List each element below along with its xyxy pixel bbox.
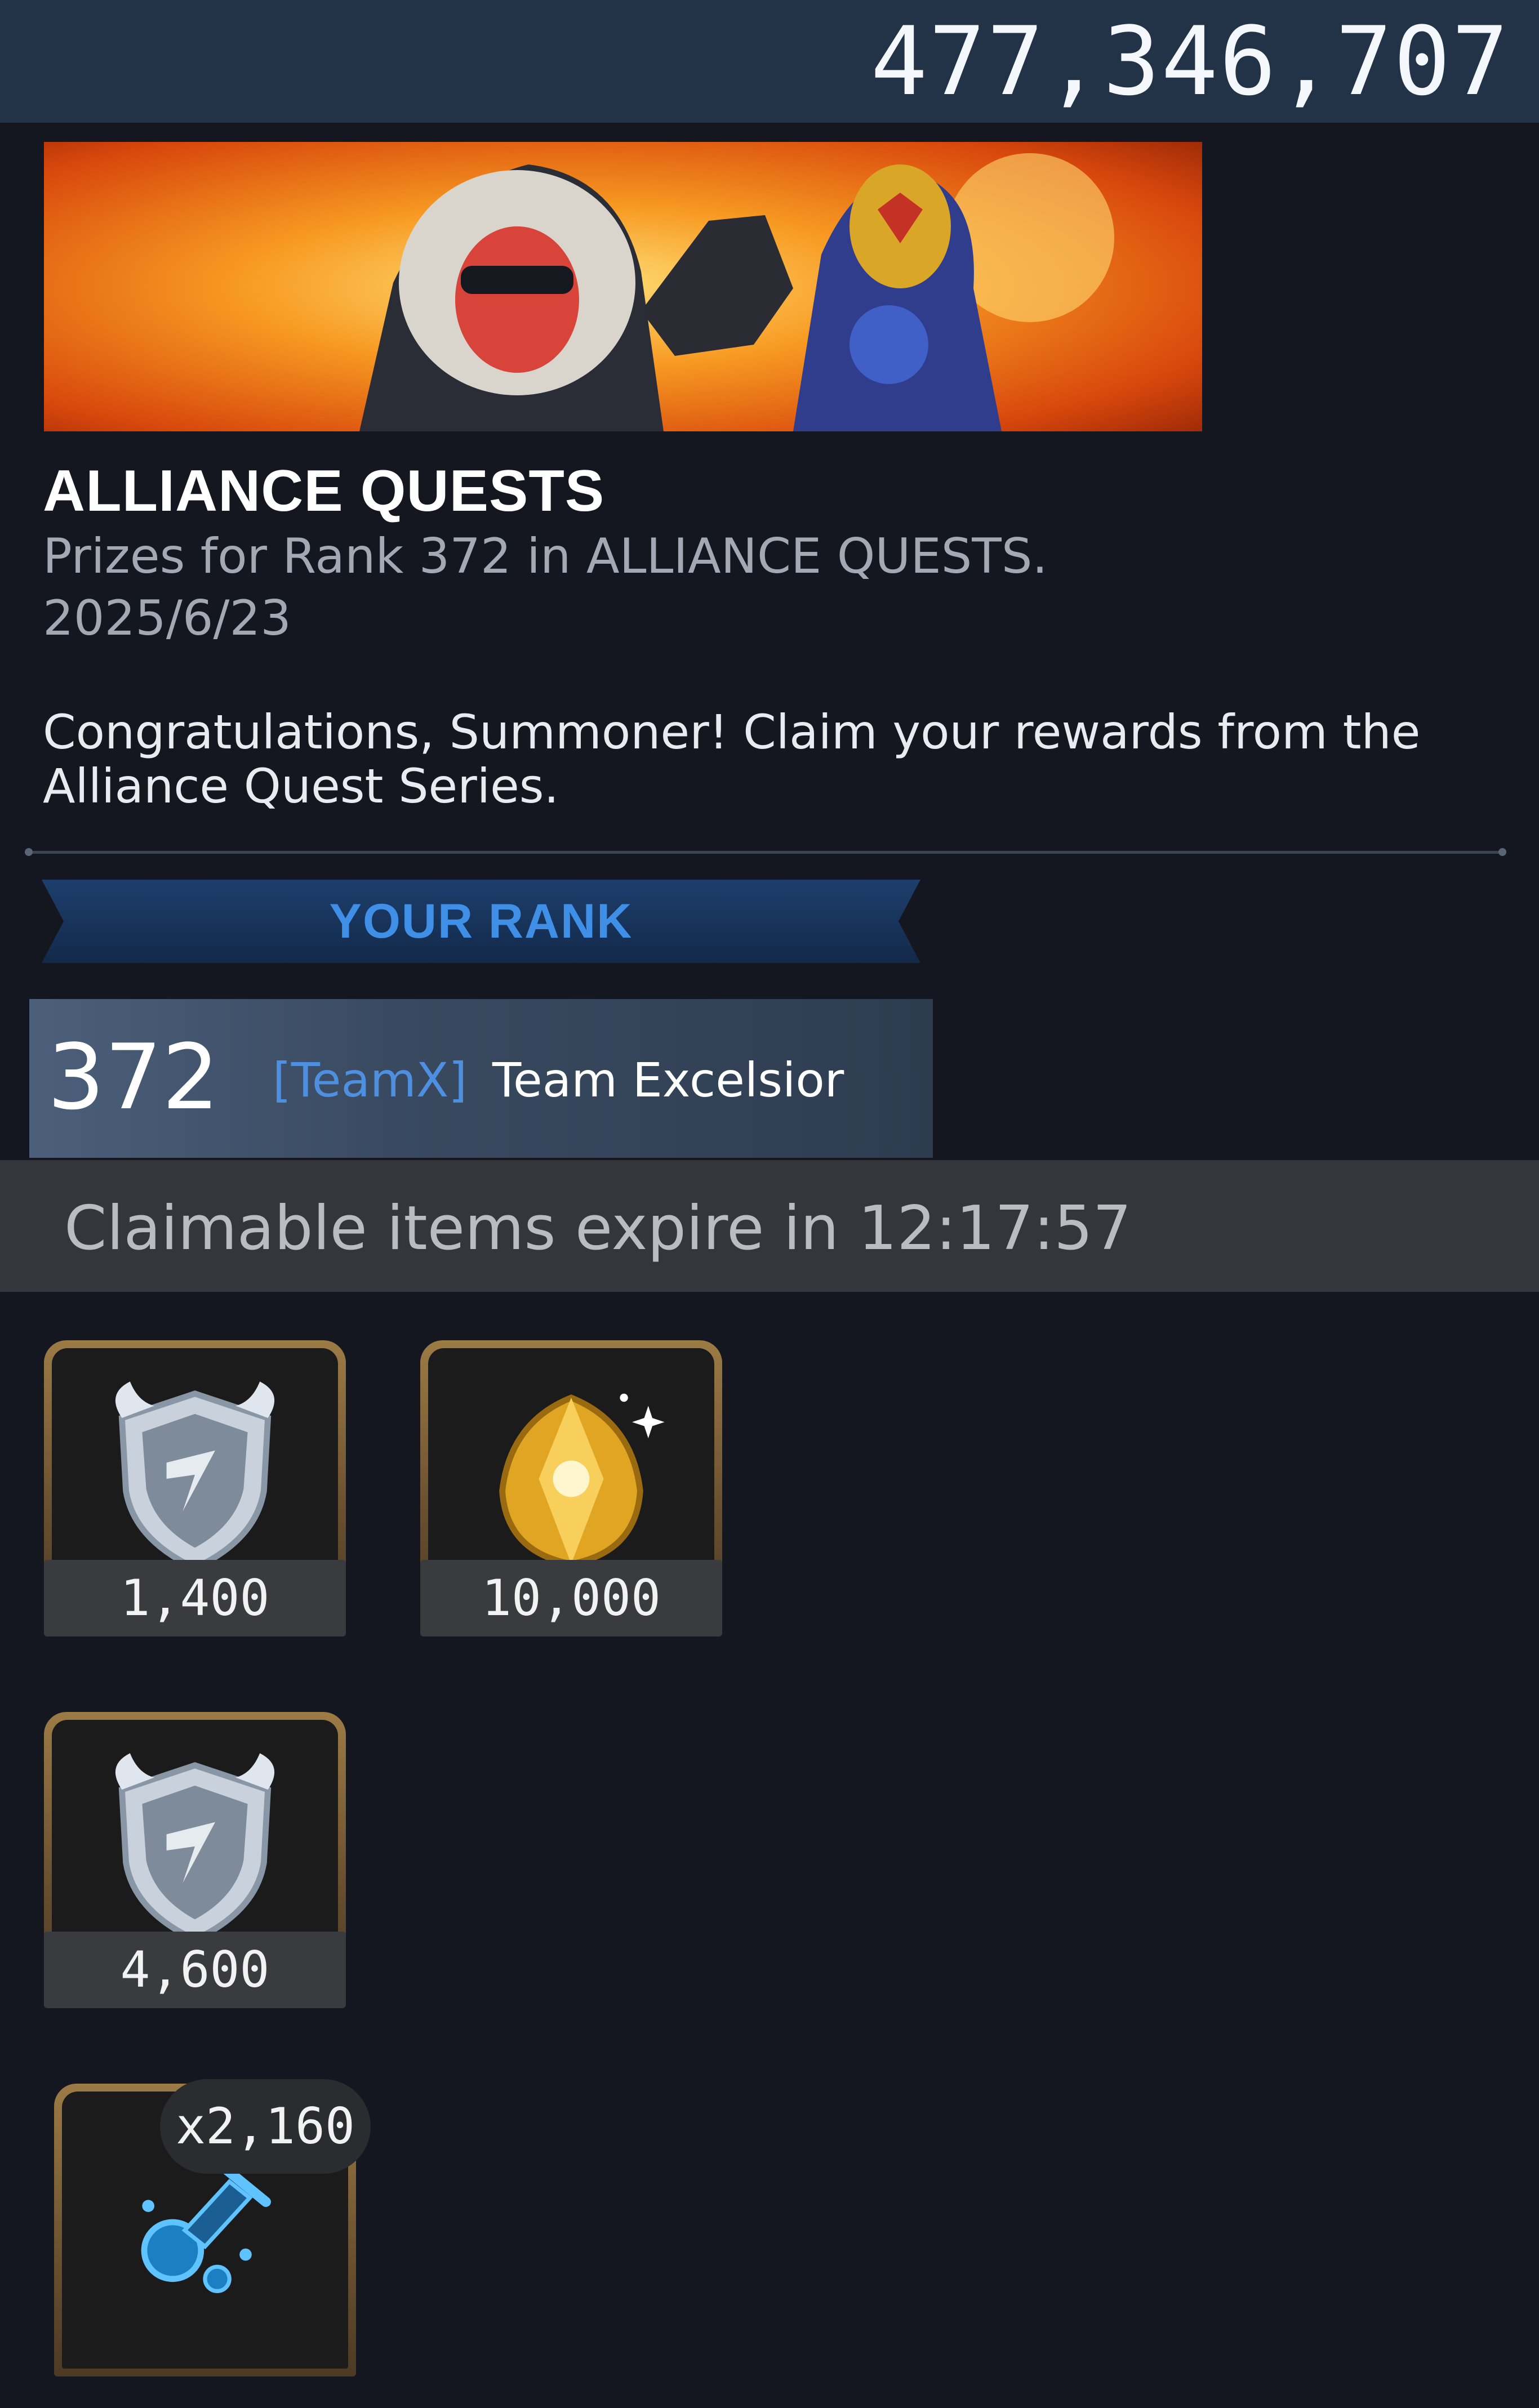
- section-divider: [25, 848, 1506, 856]
- team-tag: [TeamX]: [273, 1053, 468, 1108]
- reward-item-gold-crystal[interactable]: 10,000: [420, 1340, 722, 1636]
- reward-quantity-badge: x2,160: [160, 2079, 371, 2174]
- gold-crystal-icon: [499, 1393, 665, 1567]
- reward-item-alliance-shield[interactable]: 4,600: [44, 1712, 346, 2008]
- team-name: Team Excelsior: [492, 1053, 844, 1108]
- reward-quantity: 4,600: [44, 1932, 346, 2008]
- currency-amount: 477,346,707: [870, 6, 1510, 117]
- expire-bar: Claimable items expire in 12:17:57: [0, 1160, 1539, 1292]
- top-bar: 477,346,707: [0, 0, 1539, 123]
- alliance-shield-icon: [115, 1381, 275, 1572]
- quest-subtitle: Prizes for Rank 372 in ALLIANCE QUESTS.: [43, 528, 1048, 585]
- your-rank-ribbon: YOUR RANK: [42, 880, 920, 963]
- expire-countdown: Claimable items expire in 12:17:57: [64, 1193, 1132, 1264]
- rank-number: 372: [47, 1024, 220, 1130]
- reward-quantity: 10,000: [420, 1560, 722, 1636]
- congratulations-message: Congratulations, Summoner! Claim your re…: [43, 704, 1421, 814]
- quest-date: 2025/6/23: [43, 590, 291, 646]
- alliance-shield-icon: [115, 1753, 275, 1943]
- quest-banner-image: [44, 142, 1202, 431]
- reward-item-alliance-shield[interactable]: 1,400: [44, 1340, 346, 1636]
- rank-card: 372 [TeamX] Team Excelsior: [29, 999, 933, 1158]
- quest-title: ALLIANCE QUESTS: [43, 458, 605, 524]
- your-rank-label: YOUR RANK: [329, 894, 633, 948]
- reward-quantity: 1,400: [44, 1560, 346, 1636]
